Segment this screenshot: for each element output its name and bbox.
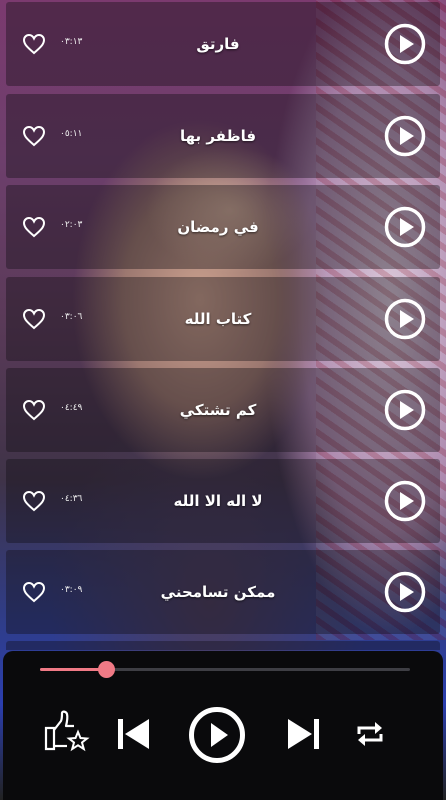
- track-row[interactable]: ٠٣:٠٦ كتاب الله: [6, 277, 440, 361]
- heart-icon[interactable]: [22, 399, 46, 421]
- track-title: في رمضان: [177, 218, 259, 236]
- track-title: كم تشتكي: [179, 401, 257, 419]
- heart-icon[interactable]: [22, 308, 46, 330]
- play-icon[interactable]: [384, 389, 426, 431]
- track-title: لا اله الا الله: [173, 492, 263, 510]
- track-duration: ٠٣:٠٩: [60, 585, 83, 595]
- track-row[interactable]: ٠٣:٠٩ ممكن تسامحني: [6, 550, 440, 634]
- previous-icon[interactable]: [111, 713, 153, 755]
- play-icon[interactable]: [384, 23, 426, 65]
- track-row[interactable]: [6, 641, 440, 650]
- track-duration: ٠٢:٠٣: [60, 220, 83, 230]
- player-bar: [3, 651, 443, 800]
- play-icon[interactable]: [384, 298, 426, 340]
- heart-icon[interactable]: [22, 581, 46, 603]
- track-title: ممكن تسامحني: [160, 583, 276, 601]
- heart-icon[interactable]: [22, 216, 46, 238]
- track-duration: ٠٤:٤٩: [60, 403, 83, 413]
- track-row[interactable]: ٠٤:٤٩ كم تشتكي: [6, 368, 440, 452]
- play-icon[interactable]: [384, 206, 426, 248]
- play-icon[interactable]: [384, 571, 426, 613]
- rate-app-icon[interactable]: [43, 708, 91, 752]
- seek-thumb[interactable]: [98, 661, 116, 678]
- track-title: فارتق: [196, 35, 240, 53]
- play-icon[interactable]: [384, 480, 426, 522]
- track-duration: ٠٣:٠٦: [60, 312, 83, 322]
- seek-bar-progress: [40, 668, 107, 671]
- track-title: كتاب الله: [184, 310, 252, 328]
- track-duration: ٠٥:١١: [60, 129, 83, 139]
- track-title: فاظفر بها: [179, 127, 257, 145]
- heart-icon[interactable]: [22, 490, 46, 512]
- track-row[interactable]: ٠٣:١٣ فارتق: [6, 2, 440, 86]
- heart-icon[interactable]: [22, 33, 46, 55]
- track-row[interactable]: ٠٥:١١ فاظفر بها: [6, 94, 440, 178]
- track-row[interactable]: ٠٢:٠٣ في رمضان: [6, 185, 440, 269]
- play-icon[interactable]: [188, 706, 246, 764]
- play-icon[interactable]: [384, 115, 426, 157]
- track-duration: ٠٤:٣٦: [60, 494, 83, 504]
- repeat-icon[interactable]: [353, 719, 387, 749]
- track-row[interactable]: ٠٤:٣٦ لا اله الا الله: [6, 459, 440, 543]
- next-icon[interactable]: [284, 713, 326, 755]
- track-list[interactable]: ٠٣:١٣ فارتق ٠٥:١١ فاظفر بها ٠٢:٠٣ في رمض…: [0, 0, 446, 650]
- seek-bar[interactable]: [40, 668, 410, 671]
- track-duration: ٠٣:١٣: [60, 37, 83, 47]
- heart-icon[interactable]: [22, 125, 46, 147]
